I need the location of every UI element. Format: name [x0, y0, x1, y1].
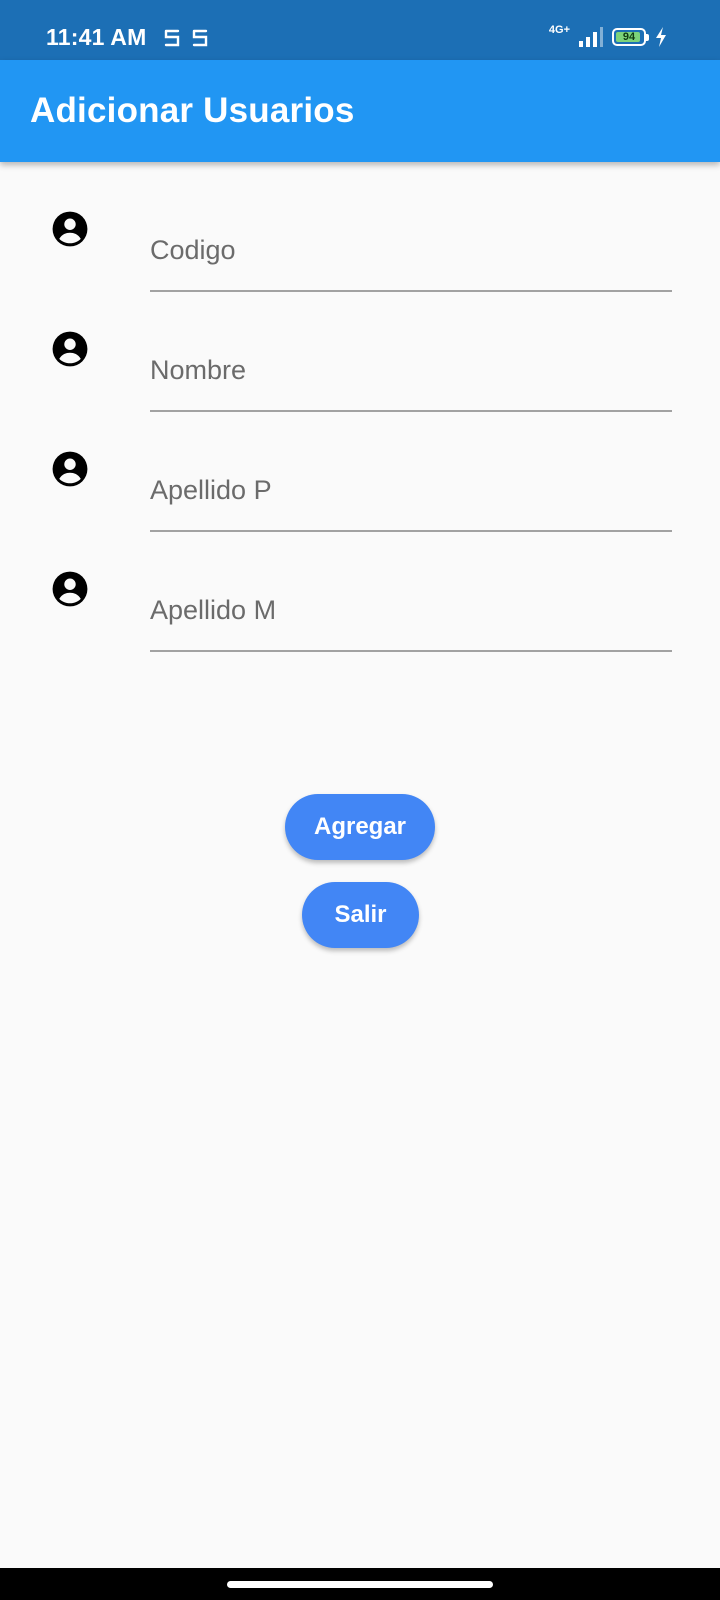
status-bar: 11:41 AM 4G+ 94	[0, 0, 720, 60]
account-circle-icon	[52, 331, 88, 367]
apellido-m-field-row	[0, 570, 720, 680]
charging-icon	[656, 27, 666, 47]
system-nav-bar	[0, 1568, 720, 1600]
app-bar: Adicionar Usuarios	[0, 60, 720, 162]
account-circle-icon	[52, 571, 88, 607]
nombre-input[interactable]	[150, 330, 672, 412]
account-circle-icon	[52, 451, 88, 487]
notification-icon	[164, 29, 180, 47]
apellido-p-field-row	[0, 450, 720, 560]
apellido-m-input[interactable]	[150, 570, 672, 652]
codigo-field-row	[0, 210, 720, 320]
signal-icon	[579, 27, 603, 47]
battery-level: 94	[622, 31, 636, 43]
salir-button[interactable]: Salir	[302, 882, 419, 948]
notification-icon	[192, 29, 208, 47]
account-circle-icon	[52, 211, 88, 247]
home-gesture-handle[interactable]	[227, 1581, 493, 1588]
status-time: 11:41 AM	[46, 24, 147, 50]
battery-icon: 94	[612, 28, 649, 46]
apellido-p-input[interactable]	[150, 450, 672, 532]
nombre-field-row	[0, 330, 720, 440]
agregar-button[interactable]: Agregar	[285, 794, 435, 860]
codigo-input[interactable]	[150, 210, 672, 292]
status-indicators: 4G+ 94	[549, 22, 668, 52]
page-title: Adicionar Usuarios	[30, 91, 355, 130]
network-type: 4G+	[548, 24, 570, 36]
